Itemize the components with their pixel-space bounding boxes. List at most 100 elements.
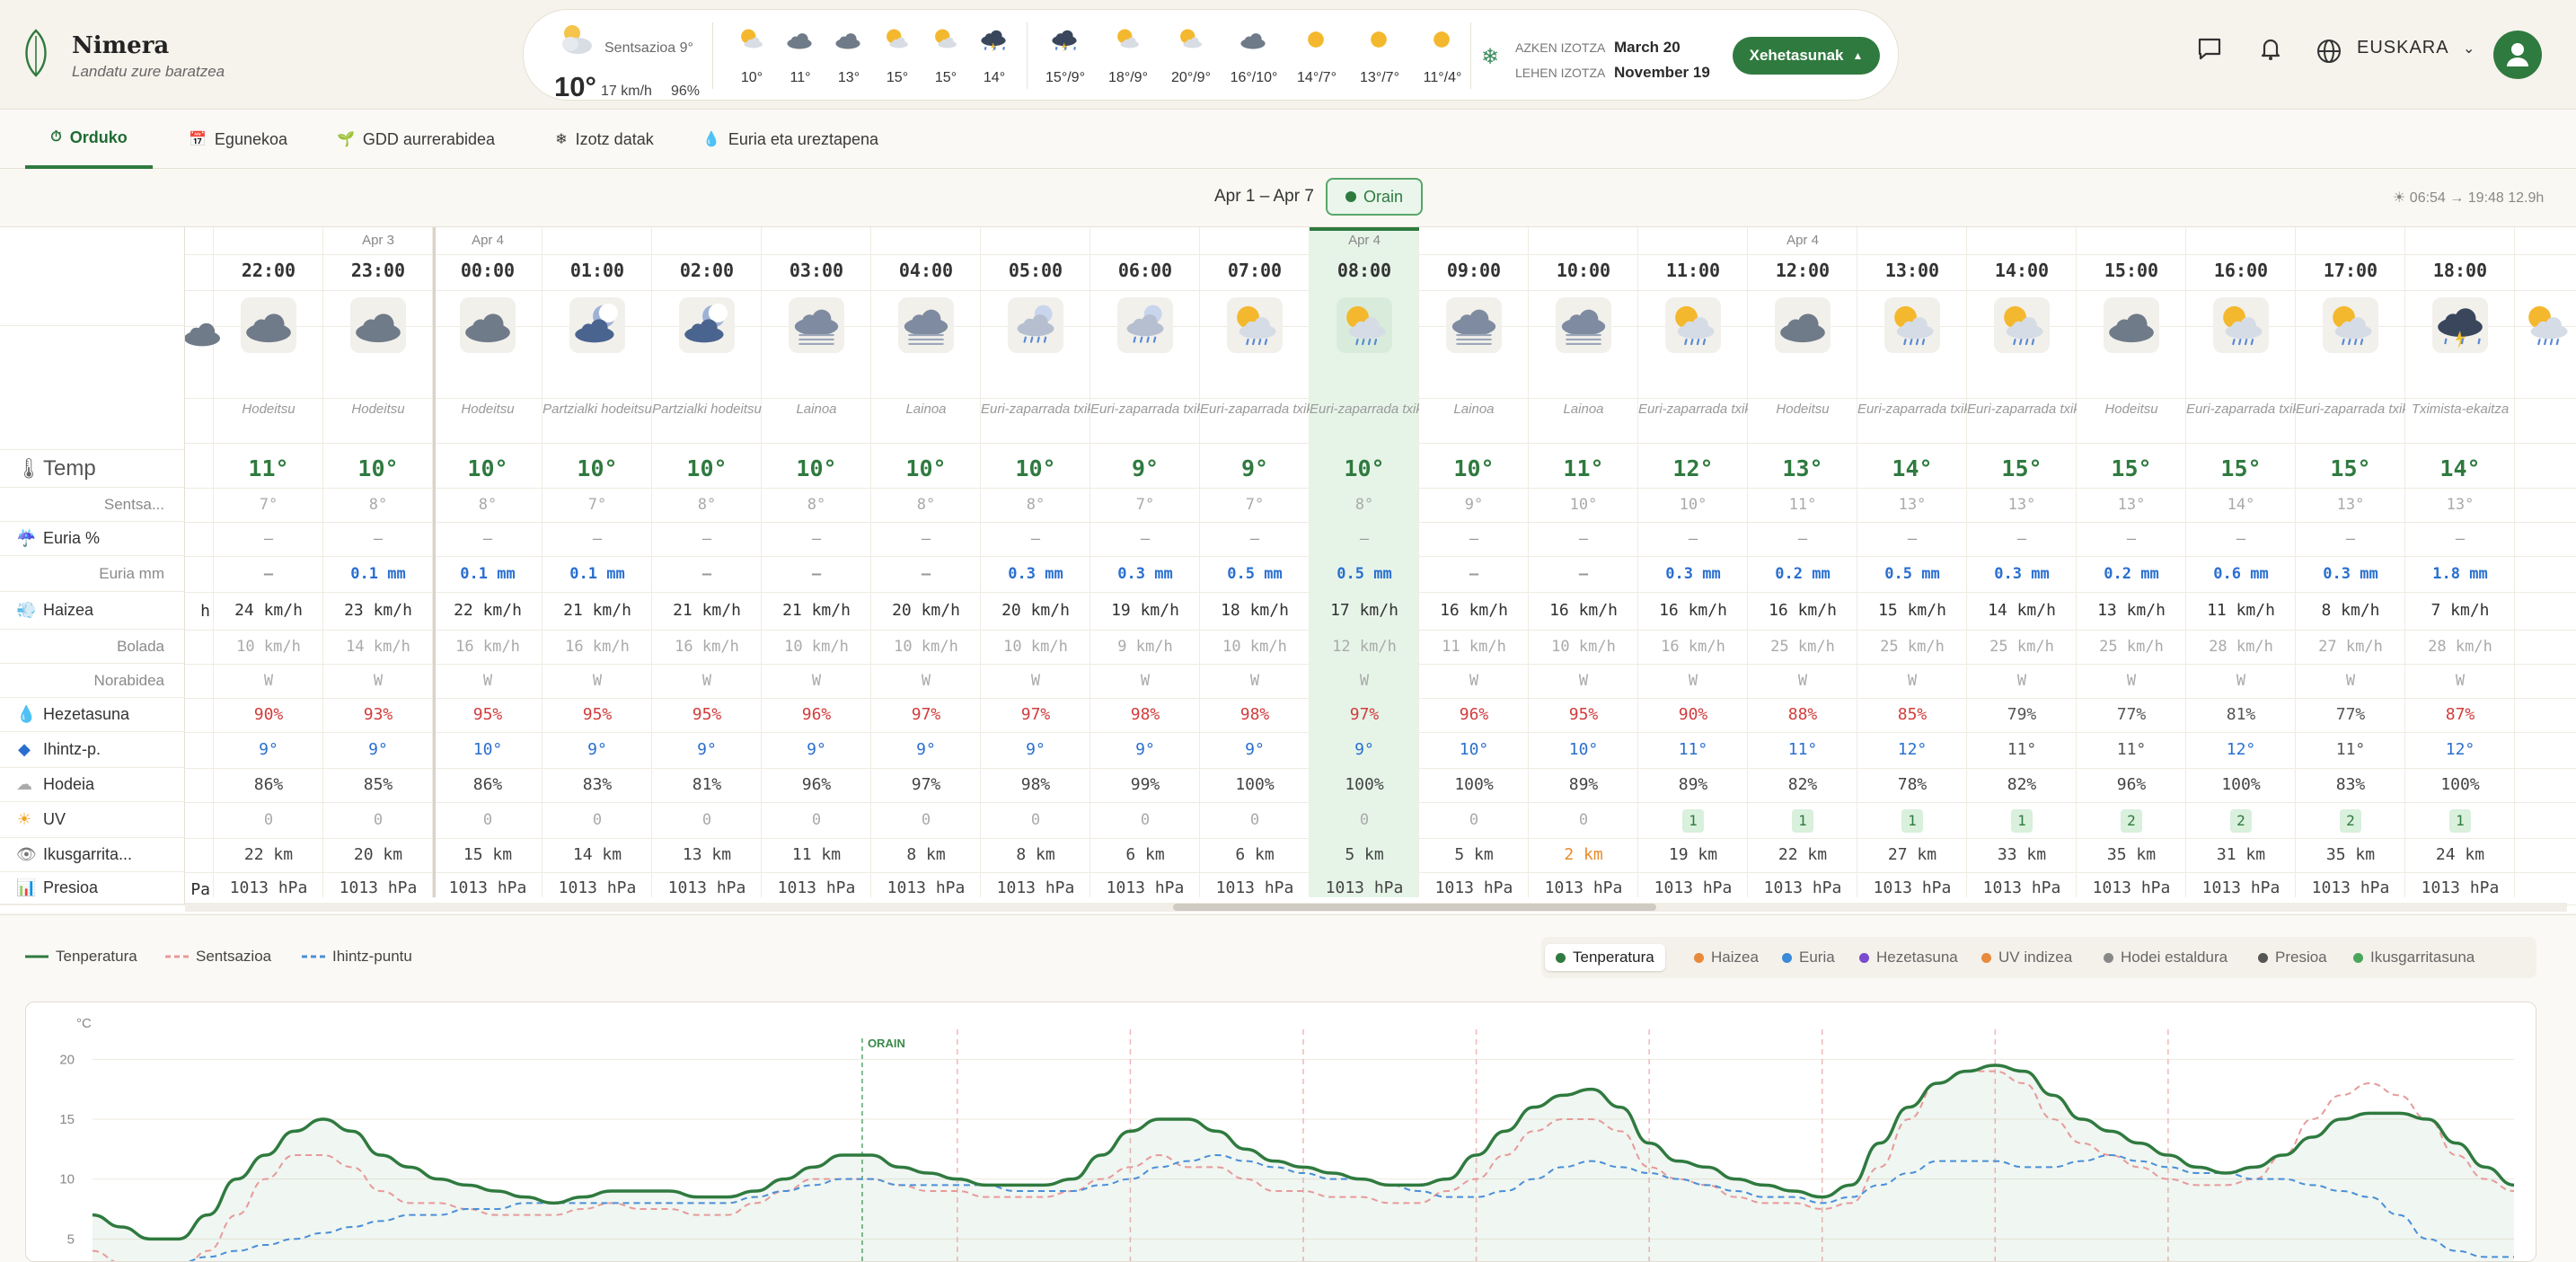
uv-cell: 1 bbox=[1908, 812, 1917, 829]
color-dot-icon bbox=[1859, 952, 1869, 963]
hum-cell: 85% bbox=[1897, 705, 1928, 724]
color-dot-icon bbox=[1694, 952, 1704, 963]
metric-tab-hezetasuna[interactable]: Hezetasuna bbox=[1848, 944, 1969, 971]
hour-column[interactable]: 11:00 Euri-zaparrada txikia 12° 10° – 0.3 mm 1… bbox=[1638, 227, 1748, 897]
hourly-table[interactable]: h Pa 22:00 Hodeitsu 11° 7° – –24 km/h 10 km/h W 90… bbox=[0, 226, 2576, 913]
metric-tab-presioa[interactable]: Presioa bbox=[2247, 944, 2338, 971]
metric-tab-uv-indizea[interactable]: UV indizea bbox=[1971, 944, 2083, 971]
tab-gdd-aurrerabidea[interactable]: 🌱 GDD aurrerabidea bbox=[322, 110, 510, 169]
current-humidity: 96% bbox=[671, 84, 701, 99]
weather-summary-panel[interactable]: Sentsazioa 9° 10° 17 km/h 96% 10° 11° 13° 1… bbox=[523, 9, 1899, 102]
weather-icon-tile bbox=[1117, 297, 1173, 353]
globe-icon[interactable] bbox=[2316, 38, 2342, 65]
uv-cell: 0 bbox=[1249, 811, 1260, 829]
bell-icon[interactable] bbox=[2256, 34, 2285, 63]
hour-column[interactable]: Apr 4 00:00 Hodeitsu 10° 8° – 0.1 mm 22 km/h 16 … bbox=[433, 227, 543, 897]
chat-icon[interactable] bbox=[2195, 34, 2224, 63]
hour-column[interactable]: 07:00 Euri-zaparrada txikia 9° 7° – 0.5 mm 18 … bbox=[1200, 227, 1310, 897]
gust-cell: 10 km/h bbox=[1551, 638, 1616, 656]
tab-label: Orduko bbox=[69, 128, 128, 146]
horizontal-scrollbar[interactable] bbox=[185, 903, 2567, 912]
vis-cell: 15 km bbox=[463, 845, 513, 864]
hour-label: 04:00 bbox=[898, 260, 954, 281]
snowflake-icon: ❄ bbox=[1481, 45, 1500, 69]
metric-tab-haizea[interactable]: Haizea bbox=[1683, 944, 1769, 971]
hour-column[interactable]: 15:00 Hodeitsu 15° 13° – 0.2 mm 13 km/h 25 km/h… bbox=[2077, 227, 2186, 897]
day-label: Apr 4 bbox=[472, 233, 504, 248]
hour-column[interactable]: 03:00 Lainoa 10° 8° – – 21 km/h 10 km/h W 96% 9° 96… bbox=[762, 227, 871, 897]
row-label-text: Temp bbox=[43, 455, 96, 481]
mini-range: 20°/9° bbox=[1171, 70, 1211, 85]
temp-cell: 15° bbox=[2111, 455, 2152, 481]
details-button[interactable]: Xehetasunak ▲ bbox=[1733, 37, 1880, 75]
rain_mm-cell: 0.3 mm bbox=[1665, 565, 1721, 583]
avatar[interactable] bbox=[2493, 31, 2542, 79]
dir-cell: W bbox=[2236, 672, 2246, 690]
metric-tab-tenperatura[interactable]: Tenperatura bbox=[1545, 944, 1665, 971]
vis-cell: 8 km bbox=[906, 845, 946, 864]
weather-icon bbox=[1371, 31, 1387, 48]
mini-range: 11°/4° bbox=[1423, 70, 1462, 85]
hour-column[interactable]: 10:00 Lainoa 11° 10° – – 16 km/h 10 km/h W 95% 10°… bbox=[1529, 227, 1638, 897]
hour-column[interactable]: 09:00 Lainoa 10° 9° – – 16 km/h 11 km/h W 96% 10° 1… bbox=[1419, 227, 1529, 897]
hour-column[interactable]: Apr 4 08:00 Euri-zaparrada txikia 10° 8° – 0.5… bbox=[1310, 227, 1419, 897]
rain_mm-cell: – bbox=[1578, 565, 1589, 583]
legend-line-icon bbox=[302, 955, 325, 958]
hour-column[interactable]: 01:00 Partzialki hodeitsu 10° 7° – 0.1 mm 21 k… bbox=[543, 227, 652, 897]
condition-label: Lainoa bbox=[905, 402, 947, 417]
vis-cell: 13 km bbox=[682, 845, 732, 864]
tab-orduko[interactable]: ⏱ Orduko bbox=[25, 110, 153, 169]
fog-icon bbox=[1561, 309, 1606, 346]
hour-column[interactable]: 13:00 Euri-zaparrada txikia 14° 13° – 0.5 mm 1… bbox=[1857, 227, 1967, 897]
hum-cell: 87% bbox=[2445, 705, 2475, 724]
color-dot-icon bbox=[2258, 952, 2268, 963]
color-dot-icon bbox=[2104, 952, 2113, 963]
rain_pct-cell: – bbox=[2236, 530, 2246, 548]
feels-cell: 9° bbox=[1464, 496, 1484, 514]
hour-column[interactable]: 22:00 Hodeitsu 11° 7° – – 24 km/h 10 km/h W 90% 9°… bbox=[214, 227, 323, 897]
hour-column[interactable]: 18:00 Tximista-ekaitza 14° 13° – 1.8 mm 7 km/h… bbox=[2405, 227, 2515, 897]
hourly-mini-item: 13° bbox=[824, 24, 874, 86]
vis-cell: 22 km bbox=[243, 845, 294, 864]
temp-cell: 10° bbox=[796, 455, 837, 481]
row-label-feels: Sentsa... bbox=[0, 488, 185, 522]
press-cell: 1013 hPa bbox=[2421, 878, 2500, 897]
divider bbox=[1470, 22, 1471, 89]
rain_mm-cell: 0.3 mm bbox=[2323, 565, 2378, 583]
rain_mm-cell: 0.3 mm bbox=[1008, 565, 1063, 583]
cloud-cell: 81% bbox=[692, 775, 722, 794]
metric-tab-ikusgarritasuna[interactable]: Ikusgarritasuna bbox=[2342, 944, 2485, 971]
uv-cell: 1 bbox=[2456, 812, 2465, 829]
dir-cell: W bbox=[373, 672, 384, 690]
hour-column[interactable]: 17:00 Euri-zaparrada txikia 15° 13° – 0.3 mm 8… bbox=[2296, 227, 2405, 897]
metric-tab-hodei-estaldura[interactable]: Hodei estaldura bbox=[2093, 944, 2238, 971]
brand-name: Nimera bbox=[72, 32, 170, 59]
metric-label: Presioa bbox=[2275, 949, 2327, 966]
hour-column[interactable]: Apr 3 23:00 Hodeitsu 10° 8° – 0.1 mm 23 km/h 14 … bbox=[323, 227, 433, 897]
language-selector[interactable]: EUSKARA ⌄ bbox=[2357, 38, 2475, 58]
tab-egunekoa[interactable]: 📅 Egunekoa bbox=[174, 110, 302, 169]
hour-column[interactable]: 16:00 Euri-zaparrada txikia 15° 14° – 0.6 mm 1… bbox=[2186, 227, 2296, 897]
scrollbar-thumb[interactable] bbox=[1173, 904, 1656, 911]
brand[interactable]: Nimera Landatu zure baratzea bbox=[20, 27, 225, 80]
hour-column[interactable]: 05:00 Euri-zaparrada txikia 10° 8° – 0.3 mm 20… bbox=[981, 227, 1090, 897]
metric-label: Hodei estaldura bbox=[2121, 949, 2228, 966]
weather-icon bbox=[887, 29, 908, 49]
hour-column[interactable]: Apr 4 12:00 Hodeitsu 13° 11° – 0.2 mm 16 km/h 25… bbox=[1748, 227, 1857, 897]
feels-cell: 13° bbox=[2007, 496, 2036, 514]
temp-cell: 10° bbox=[1015, 455, 1056, 481]
row-label-hum: 💧 Hezetasuna bbox=[0, 698, 185, 732]
hour-column[interactable]: 04:00 Lainoa 10° 8° – – 20 km/h 10 km/h W 97% 9° 97… bbox=[871, 227, 981, 897]
metric-tab-euria[interactable]: Euria bbox=[1771, 944, 1846, 971]
tab-euria-eta-ureztapena[interactable]: 💧 Euria eta ureztapena bbox=[699, 110, 882, 169]
hour-column[interactable]: 02:00 Partzialki hodeitsu 10° 8° – – 21 km/h 16… bbox=[652, 227, 762, 897]
condition-label: Hodeitsu bbox=[1776, 402, 1830, 417]
mini-temp: 15° bbox=[886, 70, 909, 85]
hour-column[interactable]: 06:00 Euri-zaparrada txikia 9° 7° – 0.3 mm 19 … bbox=[1090, 227, 1200, 897]
tab-izotz-datak[interactable]: ❄ Izotz datak bbox=[534, 110, 675, 169]
night-icon bbox=[575, 303, 618, 343]
dew-cell: 11° bbox=[2335, 740, 2366, 759]
now-button[interactable]: Orain bbox=[1326, 178, 1423, 216]
uv-badge: 2 bbox=[2121, 809, 2142, 833]
hour-column[interactable]: 14:00 Euri-zaparrada txikia 15° 13° – 0.3 mm 1… bbox=[1967, 227, 2077, 897]
